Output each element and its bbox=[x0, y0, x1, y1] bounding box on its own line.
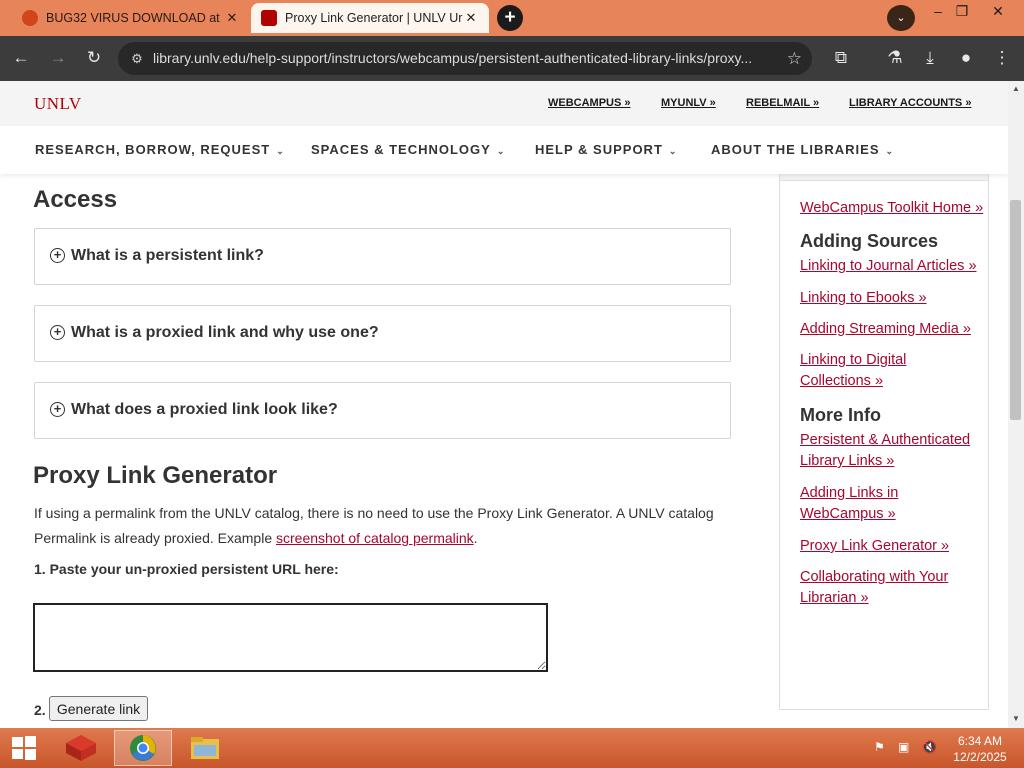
restore-button[interactable]: ❐ bbox=[946, 0, 978, 30]
reload-icon[interactable]: ↻ bbox=[81, 46, 107, 72]
plus-circle-icon: + bbox=[50, 248, 65, 263]
tab-title: Proxy Link Generator | UNLV Ur bbox=[285, 11, 463, 25]
chevron-down-icon: ⌄ bbox=[496, 146, 506, 156]
nav-label: ABOUT THE LIBRARIES bbox=[711, 142, 880, 157]
close-icon[interactable]: ✕ bbox=[224, 10, 240, 26]
step2-label: 2. bbox=[34, 702, 46, 718]
myunlv-link[interactable]: MYUNLV » bbox=[661, 97, 716, 109]
nav-help-support[interactable]: HELP & SUPPORT ⌄ bbox=[535, 142, 677, 157]
address-bar[interactable]: ⚙ library.unlv.edu/help-support/instruct… bbox=[118, 42, 812, 75]
sidebar-top-band bbox=[780, 174, 988, 181]
intro-paragraph: If using a permalink from the UNLV catal… bbox=[34, 501, 734, 551]
sidebar: WebCampus Toolkit Home » Adding Sources … bbox=[779, 174, 989, 710]
tab-bug32[interactable]: BUG32 VIRUS DOWNLOAD at D ✕ bbox=[12, 3, 250, 33]
volume-muted-icon[interactable]: 🔇 bbox=[922, 740, 937, 754]
clock-time: 6:34 AM bbox=[957, 734, 1003, 748]
plus-circle-icon: + bbox=[50, 325, 65, 340]
address-url[interactable]: library.unlv.edu/help-support/instructor… bbox=[153, 42, 773, 75]
nav-label: RESEARCH, BORROW, REQUEST bbox=[35, 142, 271, 157]
tab-proxy-link-generator[interactable]: Proxy Link Generator | UNLV Ur ✕ bbox=[251, 3, 489, 33]
rebelmail-link[interactable]: REBELMAIL » bbox=[746, 97, 819, 109]
accordion-proxied-link-look[interactable]: + What does a proxied link look like? bbox=[34, 382, 731, 439]
unlv-logo[interactable]: UNLV bbox=[34, 94, 82, 114]
scroll-up-arrow-icon[interactable]: ▲ bbox=[1008, 82, 1024, 96]
url-input[interactable] bbox=[33, 603, 548, 672]
main-navigation: RESEARCH, BORROW, REQUEST ⌄ SPACES & TECH… bbox=[0, 126, 1008, 174]
menu-kebab-icon[interactable]: ⋮ bbox=[989, 46, 1015, 72]
plus-circle-icon: + bbox=[50, 402, 65, 417]
bookmark-star-icon[interactable]: ☆ bbox=[787, 42, 802, 75]
extensions-icon[interactable]: ⧉ bbox=[828, 46, 854, 72]
tab-search-button[interactable]: ⌄ bbox=[887, 5, 915, 31]
utility-bar: UNLV WEBCAMPUS » MYUNLV » REBELMAIL » LI… bbox=[0, 81, 1008, 126]
webcampus-toolkit-home-link[interactable]: WebCampus Toolkit Home » bbox=[800, 198, 992, 219]
generate-link-button[interactable]: Generate link bbox=[49, 696, 148, 721]
system-clock[interactable]: 6:34 AM 12/2/2025 bbox=[952, 733, 1008, 765]
accordion-title: What is a proxied link and why use one? bbox=[71, 324, 379, 341]
network-icon[interactable]: ▣ bbox=[898, 740, 909, 754]
window-close-button[interactable]: ✕ bbox=[982, 0, 1014, 30]
nav-research-borrow-request[interactable]: RESEARCH, BORROW, REQUEST ⌄ bbox=[35, 142, 285, 157]
windows-logo-icon bbox=[12, 736, 36, 760]
adding-streaming-media-link[interactable]: Adding Streaming Media » bbox=[800, 319, 990, 340]
chevron-down-icon: ⌄ bbox=[885, 146, 895, 156]
main-content: Access + What is a persistent link? + Wh… bbox=[0, 174, 1008, 728]
taskbar-app-red-box-icon[interactable] bbox=[52, 730, 110, 766]
tab-title: BUG32 VIRUS DOWNLOAD at D bbox=[46, 11, 224, 25]
scrollbar-thumb[interactable] bbox=[1010, 200, 1021, 420]
back-arrow-icon[interactable]: ← bbox=[8, 46, 34, 72]
nav-label: HELP & SUPPORT bbox=[535, 142, 663, 157]
nav-spaces-technology[interactable]: SPACES & TECHNOLOGY ⌄ bbox=[311, 142, 505, 157]
web-page: UNLV WEBCAMPUS » MYUNLV » REBELMAIL » LI… bbox=[0, 81, 1008, 728]
persistent-authenticated-links-link[interactable]: Persistent & Authenticated Library Links… bbox=[800, 430, 980, 472]
browser-toolbar: ← → ↻ ⚙ library.unlv.edu/help-support/in… bbox=[0, 36, 1024, 81]
linking-journal-articles-link[interactable]: Linking to Journal Articles » bbox=[800, 256, 990, 277]
proxy-link-generator-link[interactable]: Proxy Link Generator » bbox=[800, 536, 990, 557]
nav-label: SPACES & TECHNOLOGY bbox=[311, 142, 491, 157]
unlv-favicon-icon bbox=[261, 10, 277, 26]
taskbar-chrome-icon[interactable] bbox=[114, 730, 172, 766]
linking-ebooks-link[interactable]: Linking to Ebooks » bbox=[800, 288, 990, 309]
accordion-persistent-link[interactable]: + What is a persistent link? bbox=[34, 228, 731, 285]
action-center-flag-icon[interactable]: ⚑ bbox=[874, 740, 885, 754]
new-tab-button[interactable]: + bbox=[497, 5, 523, 31]
tab-favicon-icon bbox=[22, 10, 38, 26]
step1-label: 1. Paste your un-proxied persistent URL … bbox=[34, 561, 339, 577]
taskbar-file-explorer-icon[interactable] bbox=[176, 730, 234, 766]
library-accounts-link[interactable]: LIBRARY ACCOUNTS » bbox=[849, 97, 971, 109]
nav-about-libraries[interactable]: ABOUT THE LIBRARIES ⌄ bbox=[711, 142, 894, 157]
start-button[interactable] bbox=[4, 730, 44, 766]
labs-flask-icon[interactable]: ⚗ bbox=[882, 46, 908, 72]
chevron-down-icon: ⌄ bbox=[276, 146, 285, 156]
more-info-heading: More Info bbox=[800, 405, 881, 425]
intro-text-end: . bbox=[473, 530, 478, 546]
clock-date: 12/2/2025 bbox=[953, 750, 1007, 764]
windows-taskbar: ⚑ ▣ 🔇 6:34 AM 12/2/2025 bbox=[0, 728, 1024, 768]
section-heading: Access bbox=[33, 186, 118, 213]
proxy-generator-heading: Proxy Link Generator bbox=[33, 462, 278, 489]
collaborating-librarian-link[interactable]: Collaborating with Your Librarian » bbox=[800, 567, 960, 609]
accordion-proxied-link[interactable]: + What is a proxied link and why use one… bbox=[34, 305, 731, 362]
site-info-icon[interactable]: ⚙ bbox=[124, 46, 150, 71]
linking-digital-collections-link[interactable]: Linking to Digital Collections » bbox=[800, 350, 920, 392]
scroll-down-arrow-icon[interactable]: ▼ bbox=[1008, 712, 1024, 726]
chevron-down-icon: ⌄ bbox=[668, 146, 678, 156]
accordion-title: What does a proxied link look like? bbox=[71, 401, 338, 418]
adding-links-webcampus-link[interactable]: Adding Links in WebCampus » bbox=[800, 483, 910, 525]
catalog-permalink-screenshot-link[interactable]: screenshot of catalog permalink bbox=[276, 530, 474, 546]
forward-arrow-icon[interactable]: → bbox=[45, 46, 71, 72]
webcampus-link[interactable]: WEBCAMPUS » bbox=[548, 97, 631, 109]
close-icon[interactable]: ✕ bbox=[463, 10, 479, 26]
browser-tab-bar: BUG32 VIRUS DOWNLOAD at D ✕ Proxy Link G… bbox=[0, 0, 1024, 36]
profile-icon[interactable]: ● bbox=[953, 46, 979, 72]
accordion-title: What is a persistent link? bbox=[71, 247, 264, 264]
downloads-icon[interactable]: ⤓ bbox=[917, 46, 943, 72]
adding-sources-heading: Adding Sources bbox=[800, 231, 939, 251]
